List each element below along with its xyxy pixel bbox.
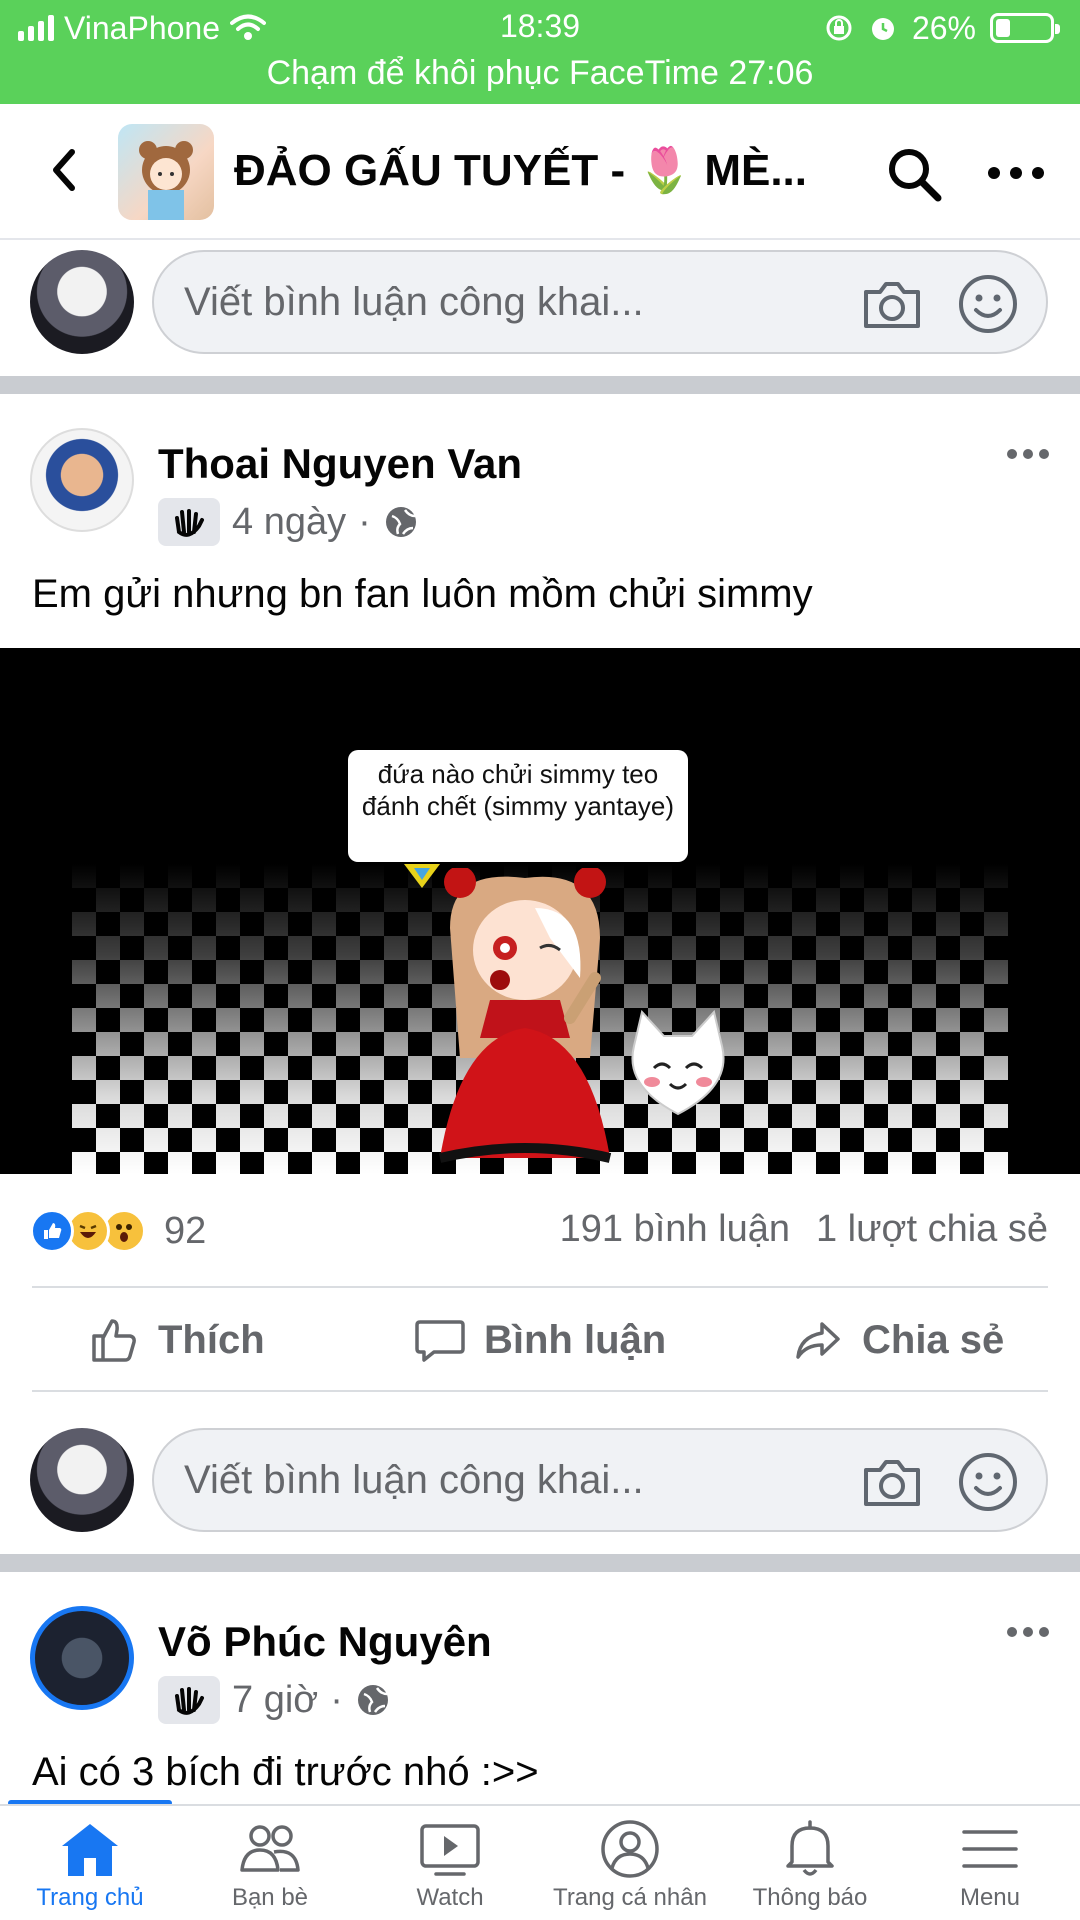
- like-button[interactable]: Thích: [88, 1308, 265, 1372]
- meta-separator: ·: [358, 500, 371, 543]
- divider: [32, 1390, 1048, 1392]
- engagement-stats: 191 bình luận 1 lượt chia sẻ: [560, 1208, 1048, 1251]
- like-reaction-icon: [30, 1209, 74, 1253]
- watch-icon: [420, 1824, 480, 1876]
- post-text: Ai có 3 bích đi trước nhó :>>: [32, 1750, 539, 1794]
- author-avatar[interactable]: [30, 428, 134, 532]
- bottom-tab-bar: Trang chủ Bạn bè Watch Trang cá nhân Thô…: [0, 1804, 1080, 1920]
- feed-separator: [0, 376, 1080, 394]
- like-label: Thích: [158, 1317, 265, 1362]
- battery-percent: 26%: [911, 9, 976, 46]
- back-arrow-icon[interactable]: [36, 140, 96, 200]
- post-actions: Thích Bình luận Chia sẻ: [0, 1296, 1080, 1386]
- group-avatar[interactable]: [118, 124, 214, 220]
- globe-icon: [357, 1685, 388, 1715]
- emoji-icon[interactable]: [956, 1450, 1020, 1514]
- post-meta: 7 giờ ·: [158, 1676, 391, 1724]
- share-count[interactable]: 1 lượt chia sẻ: [816, 1208, 1048, 1251]
- author-avatar[interactable]: [30, 1606, 134, 1710]
- image-caption-bubble: đứa nào chửi simmy teo đánh chết (simmy …: [348, 750, 688, 862]
- tab-friends[interactable]: Bạn bè: [180, 1820, 360, 1920]
- post-options-icon[interactable]: [1006, 1622, 1050, 1642]
- tab-notifications[interactable]: Thông báo: [720, 1820, 900, 1920]
- post-text: Em gửi nhưng bn fan luôn mồm chửi simmy: [32, 572, 813, 616]
- author-name[interactable]: Thoai Nguyen Van: [158, 440, 522, 488]
- emoji-icon[interactable]: [956, 272, 1020, 336]
- tab-home[interactable]: Trang chủ: [0, 1820, 180, 1920]
- home-icon: [62, 1824, 118, 1876]
- camera-icon[interactable]: [860, 274, 924, 334]
- tab-menu-label: Menu: [959, 1884, 1021, 1911]
- tab-profile[interactable]: Trang cá nhân: [540, 1820, 720, 1920]
- thumbs-up-icon: [92, 1319, 136, 1362]
- tab-home-label: Trang chủ: [36, 1884, 144, 1911]
- group-avatar-illustration: [139, 141, 193, 220]
- bell-icon: [786, 1820, 834, 1876]
- post-time[interactable]: 7 giờ: [232, 1679, 318, 1722]
- search-icon[interactable]: [884, 144, 944, 204]
- tab-watch[interactable]: Watch: [360, 1820, 540, 1920]
- comment-button[interactable]: Bình luận: [414, 1308, 666, 1372]
- waving-hand-icon: [175, 1687, 204, 1715]
- post-image[interactable]: đứa nào chửi simmy teo đánh chết (simmy …: [0, 648, 1080, 1174]
- status-bar: VinaPhone 18:39 26% Chạm để khôi phục Fa…: [0, 0, 1080, 104]
- reaction-summary[interactable]: 92: [30, 1206, 206, 1256]
- tab-friends-label: Bạn bè: [231, 1884, 309, 1911]
- alarm-icon: [871, 18, 894, 40]
- post-time[interactable]: 4 ngày: [232, 501, 346, 544]
- reaction-count: 92: [164, 1209, 207, 1252]
- waving-hand-badge: [158, 1676, 220, 1724]
- tab-notifications-label: Thông báo: [752, 1884, 868, 1911]
- comment-placeholder: Viết bình luận công khai...: [184, 280, 644, 324]
- tab-watch-label: Watch: [416, 1884, 484, 1911]
- post-options-icon[interactable]: [1006, 444, 1050, 464]
- share-button[interactable]: Chia sẻ: [792, 1308, 1004, 1372]
- globe-icon: [385, 507, 416, 537]
- feed-separator: [0, 1554, 1080, 1572]
- cat-mascot: [631, 1009, 725, 1116]
- facetime-banner[interactable]: Chạm để khôi phục FaceTime 27:06: [0, 54, 1080, 93]
- hamburger-menu-icon: [962, 1830, 1018, 1868]
- user-avatar[interactable]: [30, 1428, 134, 1532]
- comment-placeholder: Viết bình luận công khai...: [184, 1458, 644, 1502]
- waving-hand-badge: [158, 498, 220, 546]
- profile-icon: [601, 1820, 659, 1878]
- status-right: 26%: [824, 8, 1060, 48]
- comment-bubble-icon: [415, 1320, 465, 1362]
- anime-character: [438, 868, 612, 1163]
- comment-composer: Viết bình luận công khai...: [0, 246, 1080, 356]
- rotation-lock-icon: [826, 15, 852, 41]
- tab-menu[interactable]: Menu: [900, 1820, 1080, 1920]
- comment-composer: Viết bình luận công khai...: [0, 1424, 1080, 1534]
- group-header: ĐẢO GẤU TUYẾT - 🌷 MÈ...: [0, 104, 1080, 240]
- share-arrow-icon: [796, 1322, 840, 1359]
- author-name[interactable]: Võ Phúc Nguyên: [158, 1618, 492, 1666]
- comment-input[interactable]: Viết bình luận công khai...: [152, 1428, 1048, 1532]
- battery-icon: [990, 13, 1060, 43]
- divider: [32, 1286, 1048, 1288]
- friends-icon: [240, 1825, 300, 1872]
- comment-label: Bình luận: [484, 1317, 667, 1362]
- group-title[interactable]: ĐẢO GẤU TUYẾT - 🌷 MÈ...: [234, 144, 807, 196]
- more-options-icon[interactable]: [986, 158, 1046, 188]
- post-meta: 4 ngày ·: [158, 498, 419, 546]
- waving-hand-icon: [175, 509, 204, 537]
- comment-count[interactable]: 191 bình luận: [560, 1208, 790, 1251]
- share-label: Chia sẻ: [862, 1317, 1005, 1362]
- tab-profile-label: Trang cá nhân: [553, 1884, 707, 1911]
- user-avatar[interactable]: [30, 250, 134, 354]
- camera-icon[interactable]: [860, 1452, 924, 1512]
- battery-fill: [996, 19, 1010, 37]
- comment-input[interactable]: Viết bình luận công khai...: [152, 250, 1048, 354]
- meta-separator: ·: [330, 1678, 343, 1721]
